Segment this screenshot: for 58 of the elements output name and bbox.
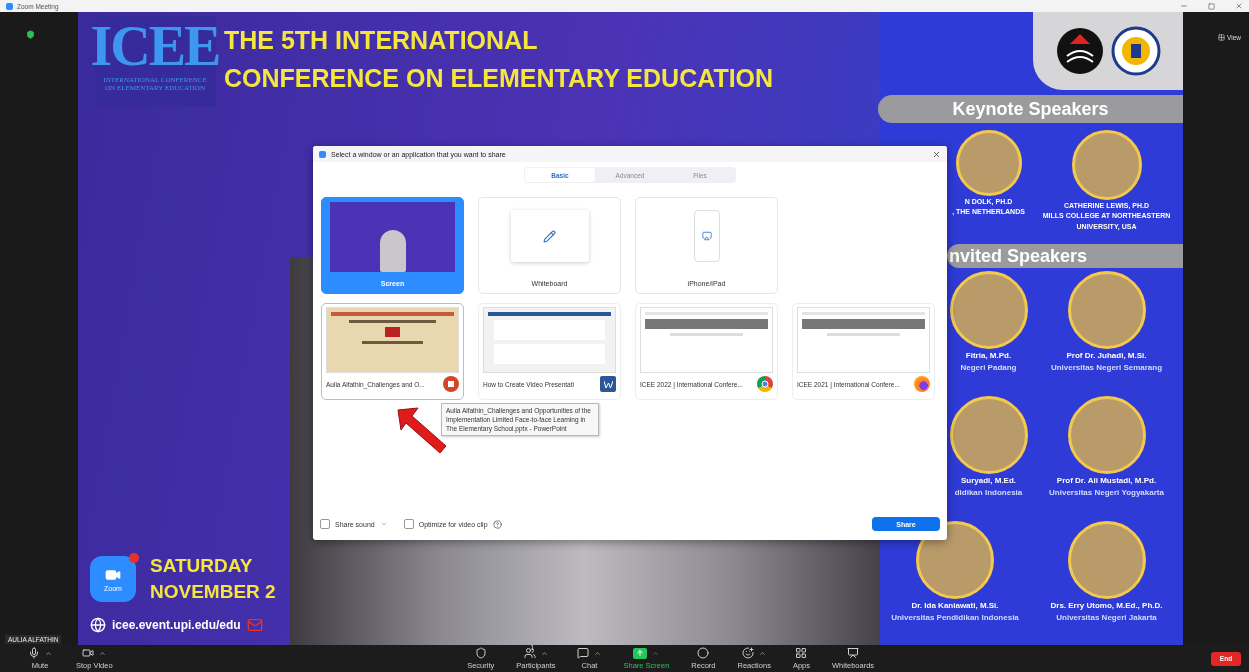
speaker-name: Prof Dr. Juhadi, M.Si. [1066, 351, 1147, 361]
pencil-icon [543, 229, 556, 243]
whiteboard-icon [847, 647, 860, 659]
browser-icon [914, 376, 930, 392]
speaker-affiliation: Universitas Pendidikan Indonesia [891, 612, 1019, 623]
caret-icon[interactable] [594, 649, 602, 657]
help-icon[interactable] [492, 519, 502, 529]
speaker-name: Dr. Ida Kaniawati, M.Si. [911, 601, 999, 611]
mail-icon [246, 617, 263, 633]
presentation-app-icon [443, 376, 459, 392]
event-date: SATURDAY [150, 555, 254, 577]
caret-icon[interactable] [652, 649, 660, 657]
event-date: NOVEMBER 2 [150, 581, 276, 603]
people-icon [523, 647, 536, 659]
live-dot [129, 553, 139, 563]
caret-icon[interactable] [379, 520, 388, 528]
chat-icon [577, 647, 590, 659]
speaker-name: Fitria, M.Pd. [965, 351, 1012, 361]
slide-title: THE 5TH INTERNATIONAL [224, 26, 539, 53]
airplay-icon [701, 231, 712, 241]
slide-title: CONFERENCE ON ELEMENTARY EDUCATION [224, 64, 774, 91]
shield-icon [474, 647, 487, 659]
caret-icon[interactable] [759, 649, 767, 657]
section-heading: nvited Speakers [947, 244, 1183, 268]
globe-icon [90, 617, 106, 633]
shield-icon[interactable] [26, 30, 35, 39]
section-heading: Keynote Speakers [878, 95, 1183, 123]
emblem-icon [1055, 26, 1105, 76]
checkbox[interactable] [403, 519, 414, 529]
emblem-icon [1111, 26, 1161, 76]
browser-icon [757, 376, 773, 392]
record-icon [697, 647, 710, 659]
speaker-affiliation: Negeri Padang [960, 362, 1017, 373]
app-icon [319, 150, 326, 158]
speaker-affiliation: Universitas Negeri Yogyakarta [1049, 487, 1164, 498]
speaker-name: Suryadi, M.Ed. [960, 476, 1017, 486]
close-icon[interactable] [1235, 2, 1243, 10]
app-icon [6, 2, 13, 10]
share-screen-icon [633, 647, 648, 659]
speaker-affiliation: Universitas Negeri Jakarta [1056, 612, 1157, 623]
speaker-name: Prof Dr. Ali Mustadi, M.Pd. [1056, 476, 1157, 486]
speaker-name: Drs. Erry Utomo, M.Ed., Ph.D. [1050, 601, 1163, 611]
caret-icon[interactable] [540, 649, 548, 657]
speaker-affiliation: didikan Indonesia [954, 487, 1023, 498]
logo-mark: ICEE [90, 16, 220, 76]
apps-icon [795, 647, 808, 659]
camera-icon [82, 647, 95, 659]
caret-icon[interactable] [45, 649, 52, 657]
close-button[interactable] [932, 149, 941, 159]
checkbox[interactable] [320, 519, 330, 529]
maximize-icon[interactable] [1208, 2, 1215, 10]
caret-icon[interactable] [99, 649, 107, 657]
arrow-annotation [397, 407, 447, 454]
smiley-icon [742, 647, 755, 659]
speaker-affiliation: Universitas Negeri Semarang [1050, 362, 1163, 373]
document-app-icon [600, 376, 616, 392]
event-url: icee.event.upi.edu/edu [112, 618, 241, 632]
microphone-icon [28, 647, 40, 659]
